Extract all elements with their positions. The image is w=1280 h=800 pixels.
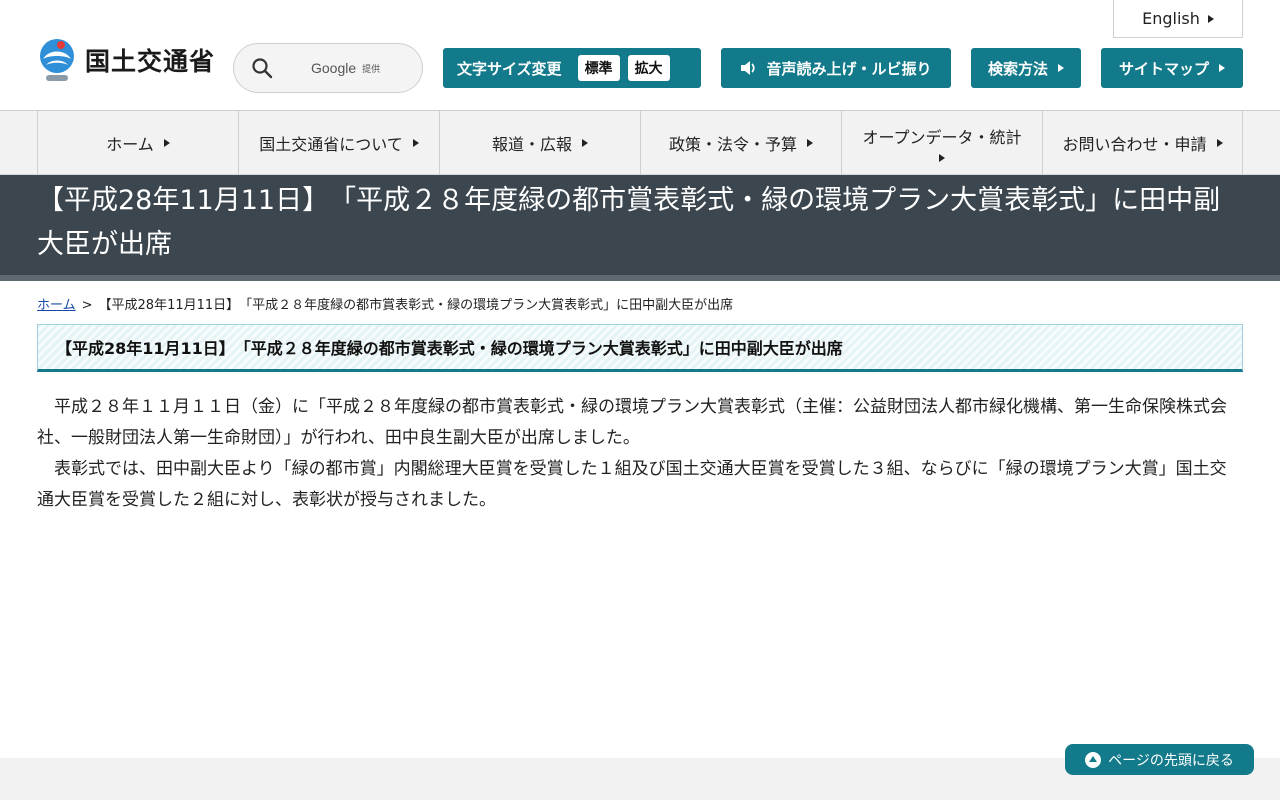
- gnav-label: お問い合わせ・申請: [1062, 135, 1207, 154]
- back-to-top-button[interactable]: ページの先頭に戻る: [1065, 744, 1254, 775]
- gnav-label: 報道・広報: [491, 135, 572, 154]
- triangle-right-icon: [412, 139, 419, 147]
- font-size-standard-button[interactable]: 標準: [577, 55, 620, 81]
- gnav-label: 国土交通省について: [259, 135, 403, 154]
- sitemap-label: サイトマップ: [1118, 59, 1209, 78]
- english-label: English: [1142, 9, 1200, 28]
- page-title-band: 【平成28年11月11日】 「平成２８年度緑の都市賞表彰式・緑の環境プラン大賞表…: [0, 175, 1280, 281]
- gnav-home[interactable]: ホーム: [37, 111, 238, 175]
- site-header: English 国土交通省 Google 提供 文字サイズ変更 標準 拡大 音声…: [0, 0, 1280, 111]
- triangle-right-icon: [1058, 64, 1064, 72]
- breadcrumb-current: 【平成28年11月11日】 「平成２８年度緑の都市賞表彰式・緑の環境プラン大賞表…: [98, 298, 734, 313]
- search-icon: [252, 58, 273, 79]
- gnav-policy[interactable]: 政策・法令・予算: [640, 111, 841, 175]
- font-size-control: 文字サイズ変更 標準 拡大: [443, 48, 701, 88]
- gnav-contact[interactable]: お問い合わせ・申請: [1042, 111, 1243, 175]
- page-title: 【平成28年11月11日】 「平成２８年度緑の都市賞表彰式・緑の環境プラン大賞表…: [37, 185, 1221, 260]
- voice-ruby-button[interactable]: 音声読み上げ・ルビ振り: [721, 48, 951, 88]
- article-paragraph: 平成２８年１１月１１日（金）に「平成２８年度緑の都市賞表彰式・緑の環境プラン大賞…: [37, 397, 1227, 448]
- sitemap-button[interactable]: サイトマップ: [1101, 48, 1243, 88]
- voice-ruby-label: 音声読み上げ・ルビ振り: [766, 59, 932, 78]
- gnav-press[interactable]: 報道・広報: [439, 111, 640, 175]
- font-size-large-button[interactable]: 拡大: [627, 55, 670, 81]
- mlit-emblem-icon: [40, 39, 74, 81]
- back-to-top-label: ページの先頭に戻る: [1108, 752, 1234, 769]
- article-paragraph: 表彰式では、田中副大臣より「緑の都市賞」内閣総理大臣賞を受賞した１組及び国土交通…: [37, 459, 1227, 510]
- gnav-label: 政策・法令・予算: [668, 135, 797, 154]
- gnav-opendata[interactable]: オープンデータ・統計: [841, 111, 1042, 175]
- english-link[interactable]: English: [1113, 0, 1243, 38]
- breadcrumb-separator: >: [81, 298, 93, 313]
- site-search-box[interactable]: Google 提供: [233, 43, 423, 93]
- triangle-right-icon: [807, 139, 813, 147]
- speaker-icon: [741, 61, 756, 75]
- google-provided-label: 提供: [362, 64, 381, 75]
- triangle-right-icon: [1216, 139, 1223, 147]
- article-heading-box: 【平成28年11月11日】 「平成２８年度緑の都市賞表彰式・緑の環境プラン大賞表…: [37, 324, 1243, 372]
- triangle-right-icon: [1207, 14, 1214, 23]
- breadcrumb-home-link[interactable]: ホーム: [37, 298, 76, 313]
- google-brand: Google: [311, 60, 357, 76]
- triangle-right-icon: [1219, 64, 1225, 72]
- global-navigation: ホーム 国土交通省について 報道・広報 政策・法令・予算 オープンデータ・統計 …: [0, 111, 1280, 175]
- gnav-about[interactable]: 国土交通省について: [238, 111, 439, 175]
- arrow-up-circle-icon: [1085, 751, 1102, 768]
- ministry-name: 国土交通省: [85, 47, 216, 76]
- triangle-right-icon: [939, 154, 945, 162]
- breadcrumb: ホーム > 【平成28年11月11日】 「平成２８年度緑の都市賞表彰式・緑の環境プラ…: [0, 281, 1280, 324]
- font-size-label: 文字サイズ変更: [457, 59, 562, 78]
- article-body: 平成２８年１１月１１日（金）に「平成２８年度緑の都市賞表彰式・緑の環境プラン大賞…: [0, 372, 1280, 516]
- gnav-label: オープンデータ・統計: [862, 128, 1022, 147]
- triangle-right-icon: [582, 139, 588, 147]
- ministry-logo[interactable]: 国土交通省: [37, 37, 215, 83]
- search-method-label: 検索方法: [987, 59, 1048, 78]
- gnav-label: ホーム: [106, 135, 154, 154]
- article-heading: 【平成28年11月11日】 「平成２８年度緑の都市賞表彰式・緑の環境プラン大賞表…: [56, 339, 843, 358]
- triangle-right-icon: [163, 139, 170, 147]
- search-method-button[interactable]: 検索方法: [971, 48, 1081, 88]
